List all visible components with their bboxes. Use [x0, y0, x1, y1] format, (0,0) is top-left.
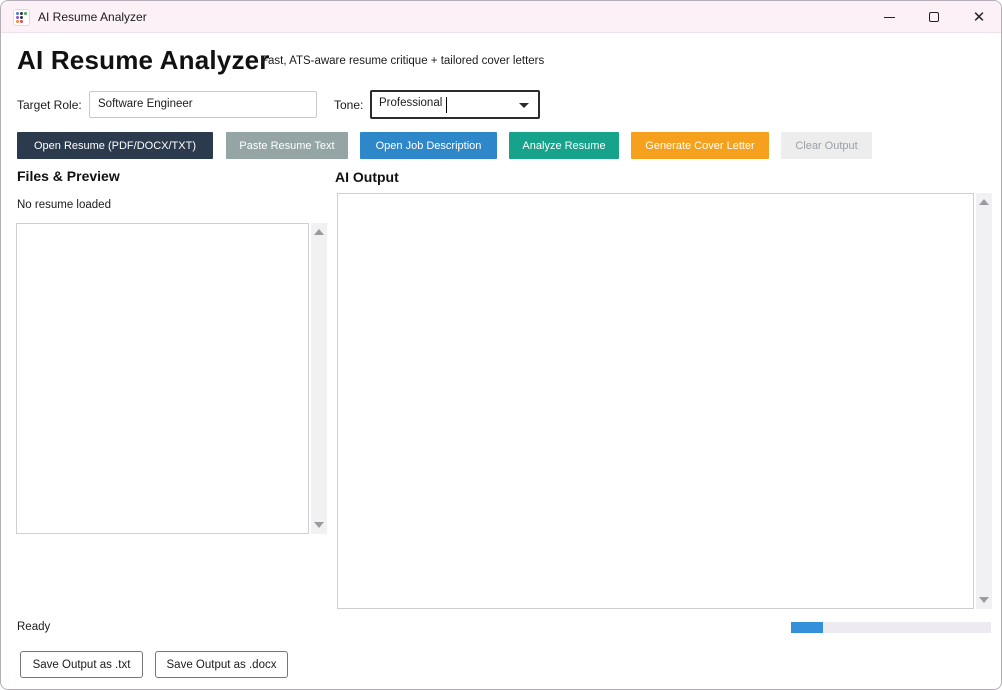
preview-scrollbar[interactable]	[311, 223, 327, 534]
clear-output-button[interactable]: Clear Output	[781, 132, 872, 159]
maximize-button[interactable]	[913, 1, 955, 33]
app-icon	[13, 9, 30, 26]
window-title: AI Resume Analyzer	[38, 1, 147, 33]
scroll-down-icon[interactable]	[979, 597, 989, 603]
open-resume-button[interactable]: Open Resume (PDF/DOCX/TXT)	[17, 132, 213, 159]
status-text: Ready	[17, 621, 50, 633]
tone-label: Tone:	[334, 98, 363, 112]
resume-preview-textarea[interactable]	[16, 223, 309, 534]
ai-output-heading: AI Output	[335, 169, 399, 185]
target-role-input[interactable]: Software Engineer	[89, 91, 317, 118]
progress-bar	[791, 622, 991, 633]
open-job-description-button[interactable]: Open Job Description	[360, 132, 497, 159]
scroll-up-icon[interactable]	[979, 199, 989, 205]
scroll-up-icon[interactable]	[314, 229, 324, 235]
tone-combobox[interactable]: Professional	[370, 90, 540, 119]
close-button[interactable]: ✕	[958, 1, 1000, 33]
paste-resume-button[interactable]: Paste Resume Text	[226, 132, 348, 159]
analyze-resume-button[interactable]: Analyze Resume	[509, 132, 619, 159]
resume-status-text: No resume loaded	[17, 199, 111, 211]
minimize-icon	[884, 17, 895, 18]
tone-value: Professional	[379, 97, 442, 109]
target-role-label: Target Role:	[17, 98, 82, 112]
progress-fill	[791, 622, 823, 633]
text-caret	[446, 97, 447, 113]
save-docx-button[interactable]: Save Output as .docx	[155, 651, 288, 678]
save-txt-button[interactable]: Save Output as .txt	[20, 651, 143, 678]
files-preview-heading: Files & Preview	[17, 168, 120, 184]
close-icon: ✕	[973, 10, 986, 25]
page-title: AI Resume Analyzer	[17, 45, 270, 76]
title-bar: AI Resume Analyzer ✕	[1, 1, 1001, 33]
chevron-down-icon[interactable]	[519, 103, 529, 108]
output-scrollbar[interactable]	[976, 193, 992, 609]
minimize-button[interactable]	[868, 1, 910, 33]
app-window: AI Resume Analyzer ✕ AI Resume Analyzer …	[0, 0, 1002, 690]
maximize-icon	[929, 12, 939, 22]
scroll-down-icon[interactable]	[314, 522, 324, 528]
ai-output-textarea[interactable]	[337, 193, 974, 609]
page-subtitle: Fast, ATS-aware resume critique + tailor…	[261, 55, 544, 67]
generate-cover-letter-button[interactable]: Generate Cover Letter	[631, 132, 769, 159]
